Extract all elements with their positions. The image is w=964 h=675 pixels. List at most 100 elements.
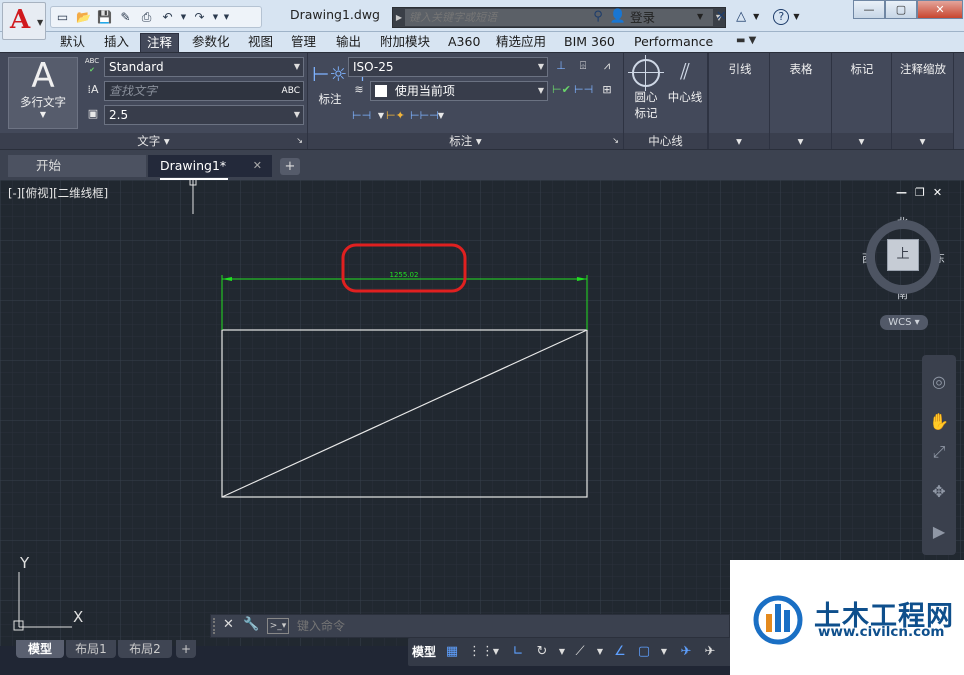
save-as-icon[interactable]: ✎: [116, 8, 135, 26]
text-panel-footer[interactable]: 文字 ▾ ↘: [0, 133, 307, 149]
redo-icon[interactable]: ↷: [190, 8, 209, 26]
quick-dimension-icon[interactable]: ⊢✦: [386, 107, 405, 125]
zoom-extents-icon[interactable]: ⤢: [928, 441, 950, 463]
add-layout-button[interactable]: +: [176, 640, 196, 658]
new-file-icon[interactable]: ▭: [53, 8, 72, 26]
tab-annotate[interactable]: 注释: [140, 33, 180, 52]
new-tab-button[interactable]: +: [280, 158, 300, 175]
viewcube[interactable]: 上: [866, 220, 940, 294]
layout-tab-model[interactable]: 模型: [16, 640, 64, 658]
layout-tab-layout1[interactable]: 布局1: [66, 640, 116, 658]
orbit-icon[interactable]: ✥: [928, 481, 950, 503]
viewport-minimize-icon[interactable]: —: [896, 186, 907, 199]
close-command-icon[interactable]: ✕: [223, 617, 234, 632]
close-tab-icon[interactable]: ✕: [253, 155, 262, 177]
viewcube-top-face[interactable]: 上: [887, 239, 919, 271]
chevron-down-icon[interactable]: ▼: [432, 107, 450, 125]
minimize-icon[interactable]: —: [853, 0, 885, 19]
markup-panel-footer[interactable]: ▾: [832, 133, 891, 149]
close-icon[interactable]: ✕: [917, 0, 963, 19]
text-style-select[interactable]: Standard ▼: [104, 57, 304, 77]
pan-hand-icon[interactable]: ✋: [928, 411, 950, 433]
centerline-button[interactable]: ⫽ 中心线: [666, 57, 704, 105]
maximize-icon[interactable]: ▢: [885, 0, 917, 19]
chevron-down-icon[interactable]: ▼: [656, 644, 672, 660]
help-icon[interactable]: ?: [773, 8, 790, 25]
layout-tab-layout2[interactable]: 布局2: [118, 640, 172, 658]
exchange-apps-icon[interactable]: ✕: [713, 9, 729, 25]
customize-qat-icon[interactable]: ▼: [222, 8, 231, 26]
leader-panel-footer[interactable]: ▾: [709, 133, 769, 149]
leader-panel[interactable]: 引线 ▾: [708, 53, 770, 149]
dimension-style-select[interactable]: ISO-25 ▼: [348, 57, 548, 77]
undo-dropdown-icon[interactable]: ▼: [179, 8, 188, 26]
tab-parametric[interactable]: 参数化: [186, 33, 236, 52]
tab-performance[interactable]: Performance: [628, 33, 719, 52]
ribbon-minimize-icon[interactable]: ▬ ▼: [736, 35, 756, 46]
annotation-visibility-icon[interactable]: ✈: [678, 644, 694, 660]
open-file-icon[interactable]: 📂: [74, 8, 93, 26]
save-icon[interactable]: 💾: [95, 8, 114, 26]
wcs-menu[interactable]: WCS ▾: [880, 315, 928, 330]
annotation-scaling-panel[interactable]: 注释缩放 ▾: [892, 53, 954, 149]
command-line-grip[interactable]: [213, 618, 219, 634]
isodraft-icon[interactable]: ⟋: [572, 644, 588, 660]
dim-break-icon[interactable]: ⊥: [552, 57, 570, 75]
chevron-right-icon[interactable]: ▶: [393, 13, 405, 22]
tab-insert[interactable]: 插入: [98, 33, 135, 52]
chevron-down-icon[interactable]: ▼: [592, 644, 608, 660]
help-dropdown-icon[interactable]: ▼: [793, 12, 799, 21]
dimension-layer-select[interactable]: 使用当前项 ▼: [370, 81, 548, 101]
object-snap-tracking-icon[interactable]: ∠: [612, 644, 628, 660]
markup-panel[interactable]: 标记 ▾: [832, 53, 892, 149]
login-dropdown-icon[interactable]: ▼: [697, 12, 703, 21]
a360-dropdown-icon[interactable]: ▼: [753, 12, 759, 21]
tab-bim360[interactable]: BIM 360: [558, 33, 621, 52]
center-mark-button[interactable]: 圆心 标记: [628, 55, 664, 121]
tab-a360[interactable]: A360: [442, 33, 486, 52]
object-snap-icon[interactable]: ▢: [636, 644, 652, 660]
model-space-button[interactable]: 模型: [412, 643, 436, 660]
wrench-icon[interactable]: 🔧: [243, 617, 259, 632]
find-text-input[interactable]: 查找文字 ABC: [104, 81, 304, 101]
command-input[interactable]: [297, 617, 717, 635]
polar-tracking-icon[interactable]: ↻: [534, 644, 550, 660]
dim-jog-icon[interactable]: ⩘: [598, 57, 616, 75]
login-link[interactable]: 登录: [630, 7, 655, 26]
dimension-panel-footer[interactable]: 标注 ▾ ↘: [308, 133, 623, 149]
viewport-label[interactable]: [-][俯视][二维线框]: [8, 185, 108, 201]
dimension-button[interactable]: ⊢☼⊣ 标注: [312, 57, 365, 129]
table-panel[interactable]: 表格 ▾: [770, 53, 832, 149]
text-height-select[interactable]: 2.5 ▼: [104, 105, 304, 125]
redo-dropdown-icon[interactable]: ▼: [211, 8, 220, 26]
file-tab-drawing1[interactable]: Drawing1* ✕: [148, 155, 272, 177]
command-prompt-icon[interactable]: >_▾: [267, 618, 289, 634]
ortho-mode-icon[interactable]: ∟: [510, 644, 526, 660]
snap-mode-icon[interactable]: ⋮⋮: [468, 644, 494, 660]
a360-icon[interactable]: △: [733, 9, 749, 25]
dim-update-icon[interactable]: ⊢✔: [552, 81, 571, 99]
dim-reassociate-icon[interactable]: ⊞: [598, 81, 616, 99]
undo-icon[interactable]: ↶: [158, 8, 177, 26]
tab-addins[interactable]: 附加模块: [374, 33, 436, 52]
tab-manage[interactable]: 管理: [285, 33, 322, 52]
tab-view[interactable]: 视图: [242, 33, 279, 52]
grid-display-icon[interactable]: ▦: [444, 644, 460, 660]
table-panel-footer[interactable]: ▾: [770, 133, 831, 149]
binoculars-icon[interactable]: ⚲: [590, 9, 606, 25]
tab-featured-apps[interactable]: 精选应用: [490, 33, 552, 52]
tab-output[interactable]: 输出: [330, 33, 367, 52]
viewport-close-icon[interactable]: ✕: [933, 186, 942, 199]
showmotion-icon[interactable]: ▶: [928, 521, 950, 543]
chevron-down-icon[interactable]: ▼: [554, 644, 570, 660]
viewport-restore-icon[interactable]: ❐: [915, 186, 925, 199]
continue-dimension-icon[interactable]: ⊢⊣: [352, 107, 371, 125]
baseline-dimension-icon[interactable]: ⊢⊢⊣: [410, 107, 439, 125]
multiline-text-button[interactable]: A 多行文字 ▼: [8, 57, 78, 129]
auto-scale-icon[interactable]: ✈: [702, 644, 718, 660]
tab-home[interactable]: 默认: [54, 33, 91, 52]
steering-wheel-icon[interactable]: ◎: [928, 371, 950, 393]
file-tab-start[interactable]: 开始: [8, 155, 146, 177]
chevron-down-icon[interactable]: ▼: [488, 644, 504, 660]
user-icon[interactable]: 👤: [610, 9, 626, 25]
